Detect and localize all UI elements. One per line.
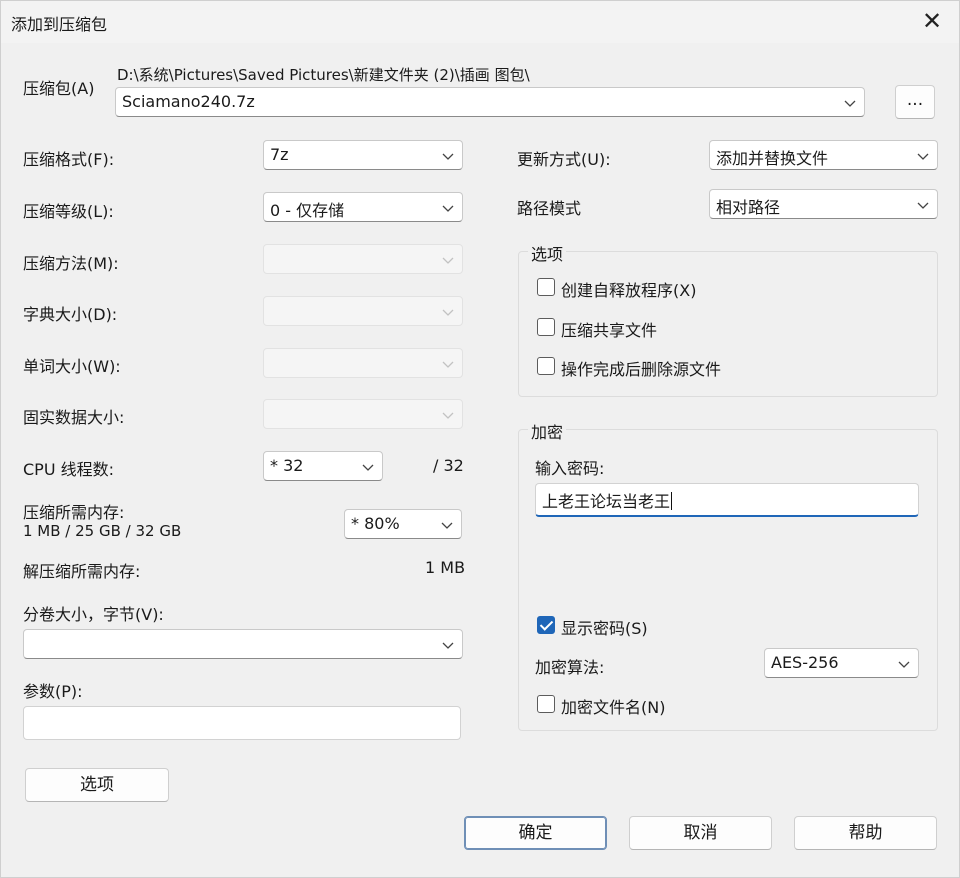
update-value: 添加并替换文件 <box>716 149 829 168</box>
chevron-down-icon <box>898 658 910 670</box>
word-select <box>263 348 463 378</box>
show-password-checkbox[interactable] <box>537 616 555 634</box>
word-label: 单词大小(W): <box>23 357 121 376</box>
mem-compress-label: 压缩所需内存: <box>23 503 125 522</box>
format-select[interactable]: 7z <box>263 140 463 170</box>
encrypt-names-checkbox[interactable] <box>537 695 555 713</box>
chevron-down-icon <box>442 202 454 214</box>
level-value: 0 - 仅存储 <box>270 201 345 220</box>
mem-decompress-value: 1 MB <box>425 558 466 577</box>
password-value: 上老王论坛当老王 <box>542 492 671 511</box>
threads-max: / 32 <box>433 456 464 475</box>
text-caret <box>671 492 673 510</box>
mem-compress-detail: 1 MB / 25 GB / 32 GB <box>23 522 182 540</box>
browse-button[interactable]: ... <box>895 85 935 119</box>
solid-label: 固实数据大小: <box>23 408 125 427</box>
delete-checkbox[interactable] <box>537 357 555 375</box>
method-select <box>263 244 463 274</box>
delete-label[interactable]: 操作完成后删除源文件 <box>561 356 721 380</box>
threads-value: * 32 <box>270 456 304 475</box>
encryption-method-value: AES-256 <box>771 653 839 672</box>
chevron-down-icon <box>362 461 374 473</box>
chevron-down-icon <box>441 519 453 531</box>
path-mode-value: 相对路径 <box>716 198 781 217</box>
encryption-group-title: 加密 <box>528 419 567 443</box>
dict-select <box>263 296 463 326</box>
cancel-button[interactable]: 取消 <box>629 816 772 850</box>
ok-button[interactable]: 确定 <box>464 816 607 850</box>
method-label: 压缩方法(M): <box>23 254 119 273</box>
dict-label: 字典大小(D): <box>23 305 118 324</box>
close-icon[interactable]: ✕ <box>919 9 945 35</box>
encryption-method-label: 加密算法: <box>535 658 605 677</box>
threads-select[interactable]: * 32 <box>263 451 383 481</box>
archive-path: D:\系统\Pictures\Saved Pictures\新建文件夹 (2)\… <box>117 66 530 84</box>
threads-label: CPU 线程数: <box>23 460 115 479</box>
title-bar: 添加到压缩包 ✕ <box>1 1 959 43</box>
encryption-method-select[interactable]: AES-256 <box>764 648 919 678</box>
chevron-down-icon <box>442 358 454 370</box>
archive-filename-value: Sciamano240.7z <box>122 92 255 111</box>
window-title: 添加到压缩包 <box>11 15 108 34</box>
password-label: 输入密码: <box>535 459 605 478</box>
help-button[interactable]: 帮助 <box>794 816 937 850</box>
chevron-down-icon <box>844 97 856 109</box>
level-label: 压缩等级(L): <box>23 202 114 221</box>
mem-decompress-label: 解压缩所需内存: <box>23 562 141 581</box>
mem-compress-select[interactable]: * 80% <box>344 509 462 539</box>
chevron-down-icon <box>917 199 929 211</box>
path-mode-select[interactable]: 相对路径 <box>709 189 938 219</box>
shared-checkbox[interactable] <box>537 318 555 336</box>
archive-filename-combo[interactable]: Sciamano240.7z <box>115 87 865 117</box>
chevron-down-icon <box>917 150 929 162</box>
encrypt-names-label[interactable]: 加密文件名(N) <box>561 694 665 718</box>
options-group-title: 选项 <box>528 241 567 265</box>
sfx-label[interactable]: 创建自释放程序(X) <box>561 277 696 301</box>
chevron-down-icon <box>442 639 454 651</box>
params-input[interactable] <box>23 706 461 740</box>
add-to-archive-dialog: 添加到压缩包 ✕ 压缩包(A) D:\系统\Pictures\Saved Pic… <box>0 0 960 878</box>
level-select[interactable]: 0 - 仅存储 <box>263 192 463 222</box>
shared-label[interactable]: 压缩共享文件 <box>561 317 657 341</box>
password-input[interactable]: 上老王论坛当老王 <box>535 483 919 517</box>
volume-select[interactable] <box>23 629 463 659</box>
format-label: 压缩格式(F): <box>23 150 115 169</box>
path-mode-label: 路径模式 <box>517 199 582 218</box>
options-button[interactable]: 选项 <box>25 768 169 802</box>
show-password-label[interactable]: 显示密码(S) <box>561 615 648 639</box>
chevron-down-icon <box>442 409 454 421</box>
mem-compress-value: * 80% <box>351 514 400 533</box>
update-select[interactable]: 添加并替换文件 <box>709 140 938 170</box>
update-label: 更新方式(U): <box>517 150 611 169</box>
archive-label: 压缩包(A) <box>23 79 95 98</box>
chevron-down-icon <box>442 254 454 266</box>
chevron-down-icon <box>442 306 454 318</box>
format-value: 7z <box>270 145 289 164</box>
chevron-down-icon <box>442 150 454 162</box>
params-label: 参数(P): <box>23 682 83 701</box>
sfx-checkbox[interactable] <box>537 278 555 296</box>
solid-select <box>263 399 463 429</box>
volume-label: 分卷大小，字节(V): <box>23 605 164 624</box>
